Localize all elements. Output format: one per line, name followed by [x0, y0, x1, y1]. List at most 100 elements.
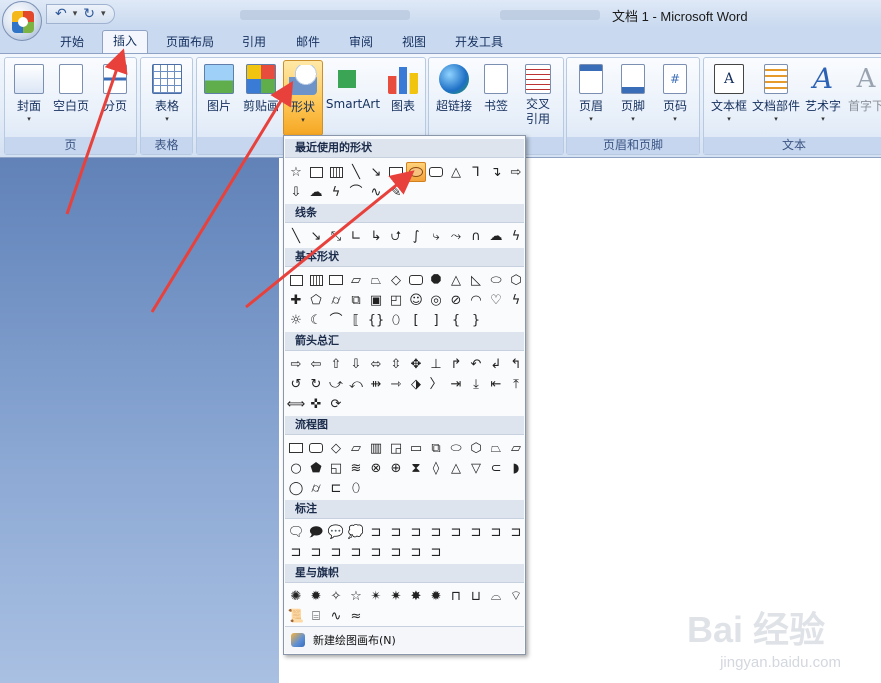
flowchart-delay-shape-icon[interactable]: ◗: [506, 458, 526, 478]
flowchart-extract-shape-icon[interactable]: △: [446, 458, 466, 478]
up-arrow-shape-icon[interactable]: ⇧: [326, 354, 346, 374]
scribble-shape-icon[interactable]: ✎: [386, 182, 406, 202]
rounded-rectangle-shape-icon[interactable]: [426, 162, 446, 182]
heart-shape-icon[interactable]: ♡: [486, 290, 506, 310]
flowchart-card-shape-icon[interactable]: ◱: [326, 458, 346, 478]
left-right-arrow-shape-icon[interactable]: ⬄: [366, 354, 386, 374]
line-callout-border-accent-4-shape-icon[interactable]: ⊐: [426, 542, 446, 562]
bent-arrow-shape-icon[interactable]: ↱: [446, 354, 466, 374]
curved-arrow-connector-shape-icon[interactable]: ⤷: [426, 226, 446, 246]
rounded-rectangular-callout-shape-icon[interactable]: 🗩: [306, 522, 326, 542]
drop-cap-button[interactable]: A 首字下: [846, 64, 881, 114]
line-callout-border-1-shape-icon[interactable]: ⊐: [286, 542, 306, 562]
striped-right-arrow-shape-icon[interactable]: ⇻: [366, 374, 386, 394]
rectangular-callout-shape-icon[interactable]: 🗨: [286, 522, 306, 542]
double-brace-shape-icon[interactable]: {}: [366, 310, 386, 330]
can-shape-icon[interactable]: ⌭: [326, 290, 346, 310]
hyperlink-button[interactable]: 超链接: [433, 64, 475, 114]
line-callout-accent-3-shape-icon[interactable]: ⊐: [486, 522, 506, 542]
line-callout-2-shape-icon[interactable]: ⊐: [386, 522, 406, 542]
arrow-line-shape-icon[interactable]: ↘: [366, 162, 386, 182]
down-arrow-shape-icon[interactable]: ⇩: [346, 354, 366, 374]
left-arrow-callout-shape-icon[interactable]: ⇤: [486, 374, 506, 394]
vertical-textbox-shape-icon[interactable]: [326, 162, 346, 182]
textbox-shape-icon[interactable]: [306, 162, 326, 182]
u-turn-arrow-shape-icon[interactable]: ↶: [466, 354, 486, 374]
table-button[interactable]: 表格 ▾: [147, 64, 187, 124]
4-point-star-shape-icon[interactable]: ✧: [326, 586, 346, 606]
32-point-star-shape-icon[interactable]: ✹: [426, 586, 446, 606]
line-callout-accent-2-shape-icon[interactable]: ⊐: [466, 522, 486, 542]
customize-qat-icon[interactable]: ▾: [101, 7, 106, 21]
down-arrow-shape-icon[interactable]: ⇩: [286, 182, 306, 202]
flowchart-connector-shape-icon[interactable]: ○: [286, 458, 306, 478]
left-bracket-shape-icon[interactable]: [: [406, 310, 426, 330]
wordart-button[interactable]: A 艺术字 ▾: [802, 64, 844, 124]
pentagon-shape-icon[interactable]: ⬠: [306, 290, 326, 310]
double-arrow-line-shape-icon[interactable]: ⤡: [326, 226, 346, 246]
right-brace-shape-icon[interactable]: }: [466, 310, 486, 330]
lightning-bolt-shape-icon[interactable]: ϟ: [506, 290, 526, 310]
smartart-button[interactable]: SmartArt: [325, 64, 381, 111]
undo-icon[interactable]: ↶: [55, 7, 67, 21]
line-callout-1-shape-icon[interactable]: ⊐: [366, 522, 386, 542]
oval-shape-icon[interactable]: ⬭: [486, 270, 506, 290]
rectangle-shape-icon[interactable]: [386, 162, 406, 182]
left-arrow-shape-icon[interactable]: ⇦: [306, 354, 326, 374]
arrow-line-shape-icon[interactable]: ↘: [306, 226, 326, 246]
flowchart-offpage-connector-shape-icon[interactable]: ⬟: [306, 458, 326, 478]
line-callout-accent-1-shape-icon[interactable]: ⊐: [446, 522, 466, 542]
page-break-button[interactable]: 分页: [97, 64, 133, 114]
flowchart-summing-junction-shape-icon[interactable]: ⊗: [366, 458, 386, 478]
parallelogram-shape-icon[interactable]: ▱: [346, 270, 366, 290]
cover-page-button[interactable]: 封面 ▾: [11, 64, 47, 124]
elbow-connector-shape-icon[interactable]: ⅂: [466, 162, 486, 182]
curved-up-arrow-shape-icon[interactable]: ⤻: [326, 374, 346, 394]
line-shape-icon[interactable]: ╲: [346, 162, 366, 182]
oval-shape-icon[interactable]: [406, 162, 426, 182]
footer-button[interactable]: 页脚 ▾: [615, 64, 651, 124]
right-arrow-shape-icon[interactable]: ⇨: [286, 354, 306, 374]
curve-shape-icon[interactable]: ∿: [366, 182, 386, 202]
left-right-up-arrow-shape-icon[interactable]: ⊥: [426, 354, 446, 374]
flowchart-display-shape-icon[interactable]: ⬯: [346, 478, 366, 498]
textbox-shape-icon[interactable]: [286, 270, 306, 290]
tab-review[interactable]: 审阅: [341, 32, 381, 54]
line-callout-4-shape-icon[interactable]: ⊐: [426, 522, 446, 542]
notched-right-arrow-shape-icon[interactable]: ⇾: [386, 374, 406, 394]
flowchart-predefined-process-shape-icon[interactable]: ▥: [366, 438, 386, 458]
octagon-shape-icon[interactable]: ⯃: [426, 270, 446, 290]
arc-shape-icon[interactable]: ⌒: [346, 182, 366, 202]
cloud-callout-shape-icon[interactable]: 💭: [346, 522, 366, 542]
flowchart-sort-shape-icon[interactable]: ◊: [426, 458, 446, 478]
line-callout-border-4-shape-icon[interactable]: ⊐: [346, 542, 366, 562]
quad-arrow-callout-shape-icon[interactable]: ✜: [306, 394, 326, 414]
rounded-rectangle-shape-icon[interactable]: [406, 270, 426, 290]
flowchart-multidocument-shape-icon[interactable]: ⧉: [426, 438, 446, 458]
donut-shape-icon[interactable]: ◎: [426, 290, 446, 310]
quad-arrow-shape-icon[interactable]: ✥: [406, 354, 426, 374]
flowchart-magnetic-disk-shape-icon[interactable]: ⌭: [306, 478, 326, 498]
flowchart-alternate-process-shape-icon[interactable]: [306, 438, 326, 458]
flowchart-manual-input-shape-icon[interactable]: ⏢: [486, 438, 506, 458]
line-callout-border-accent-3-shape-icon[interactable]: ⊐: [406, 542, 426, 562]
flowchart-collate-shape-icon[interactable]: ⧗: [406, 458, 426, 478]
flowchart-manual-operation-shape-icon[interactable]: ⏥: [506, 438, 526, 458]
line-callout-3-shape-icon[interactable]: ⊐: [406, 522, 426, 542]
tab-home[interactable]: 开始: [52, 32, 92, 54]
flowchart-preparation-shape-icon[interactable]: ⬡: [466, 438, 486, 458]
redo-icon[interactable]: ↻: [83, 7, 95, 21]
arc-shape-icon[interactable]: ⌒: [326, 310, 346, 330]
chevron-shape-icon[interactable]: 〉: [426, 374, 446, 394]
left-brace-shape-icon[interactable]: {: [446, 310, 466, 330]
curve-shape-icon[interactable]: ∩: [466, 226, 486, 246]
line-callout-border-accent-1-shape-icon[interactable]: ⊐: [366, 542, 386, 562]
24-point-star-shape-icon[interactable]: ✸: [406, 586, 426, 606]
elbow-double-arrow-shape-icon[interactable]: ⮍: [386, 226, 406, 246]
cube-shape-icon[interactable]: ⧉: [346, 290, 366, 310]
oval-callout-shape-icon[interactable]: 💬: [326, 522, 346, 542]
explosion-2-shape-icon[interactable]: ✹: [306, 586, 326, 606]
curved-down-ribbon-shape-icon[interactable]: ⌔: [506, 586, 526, 606]
vertical-textbox-shape-icon[interactable]: [306, 270, 326, 290]
bevel-shape-icon[interactable]: ▣: [366, 290, 386, 310]
